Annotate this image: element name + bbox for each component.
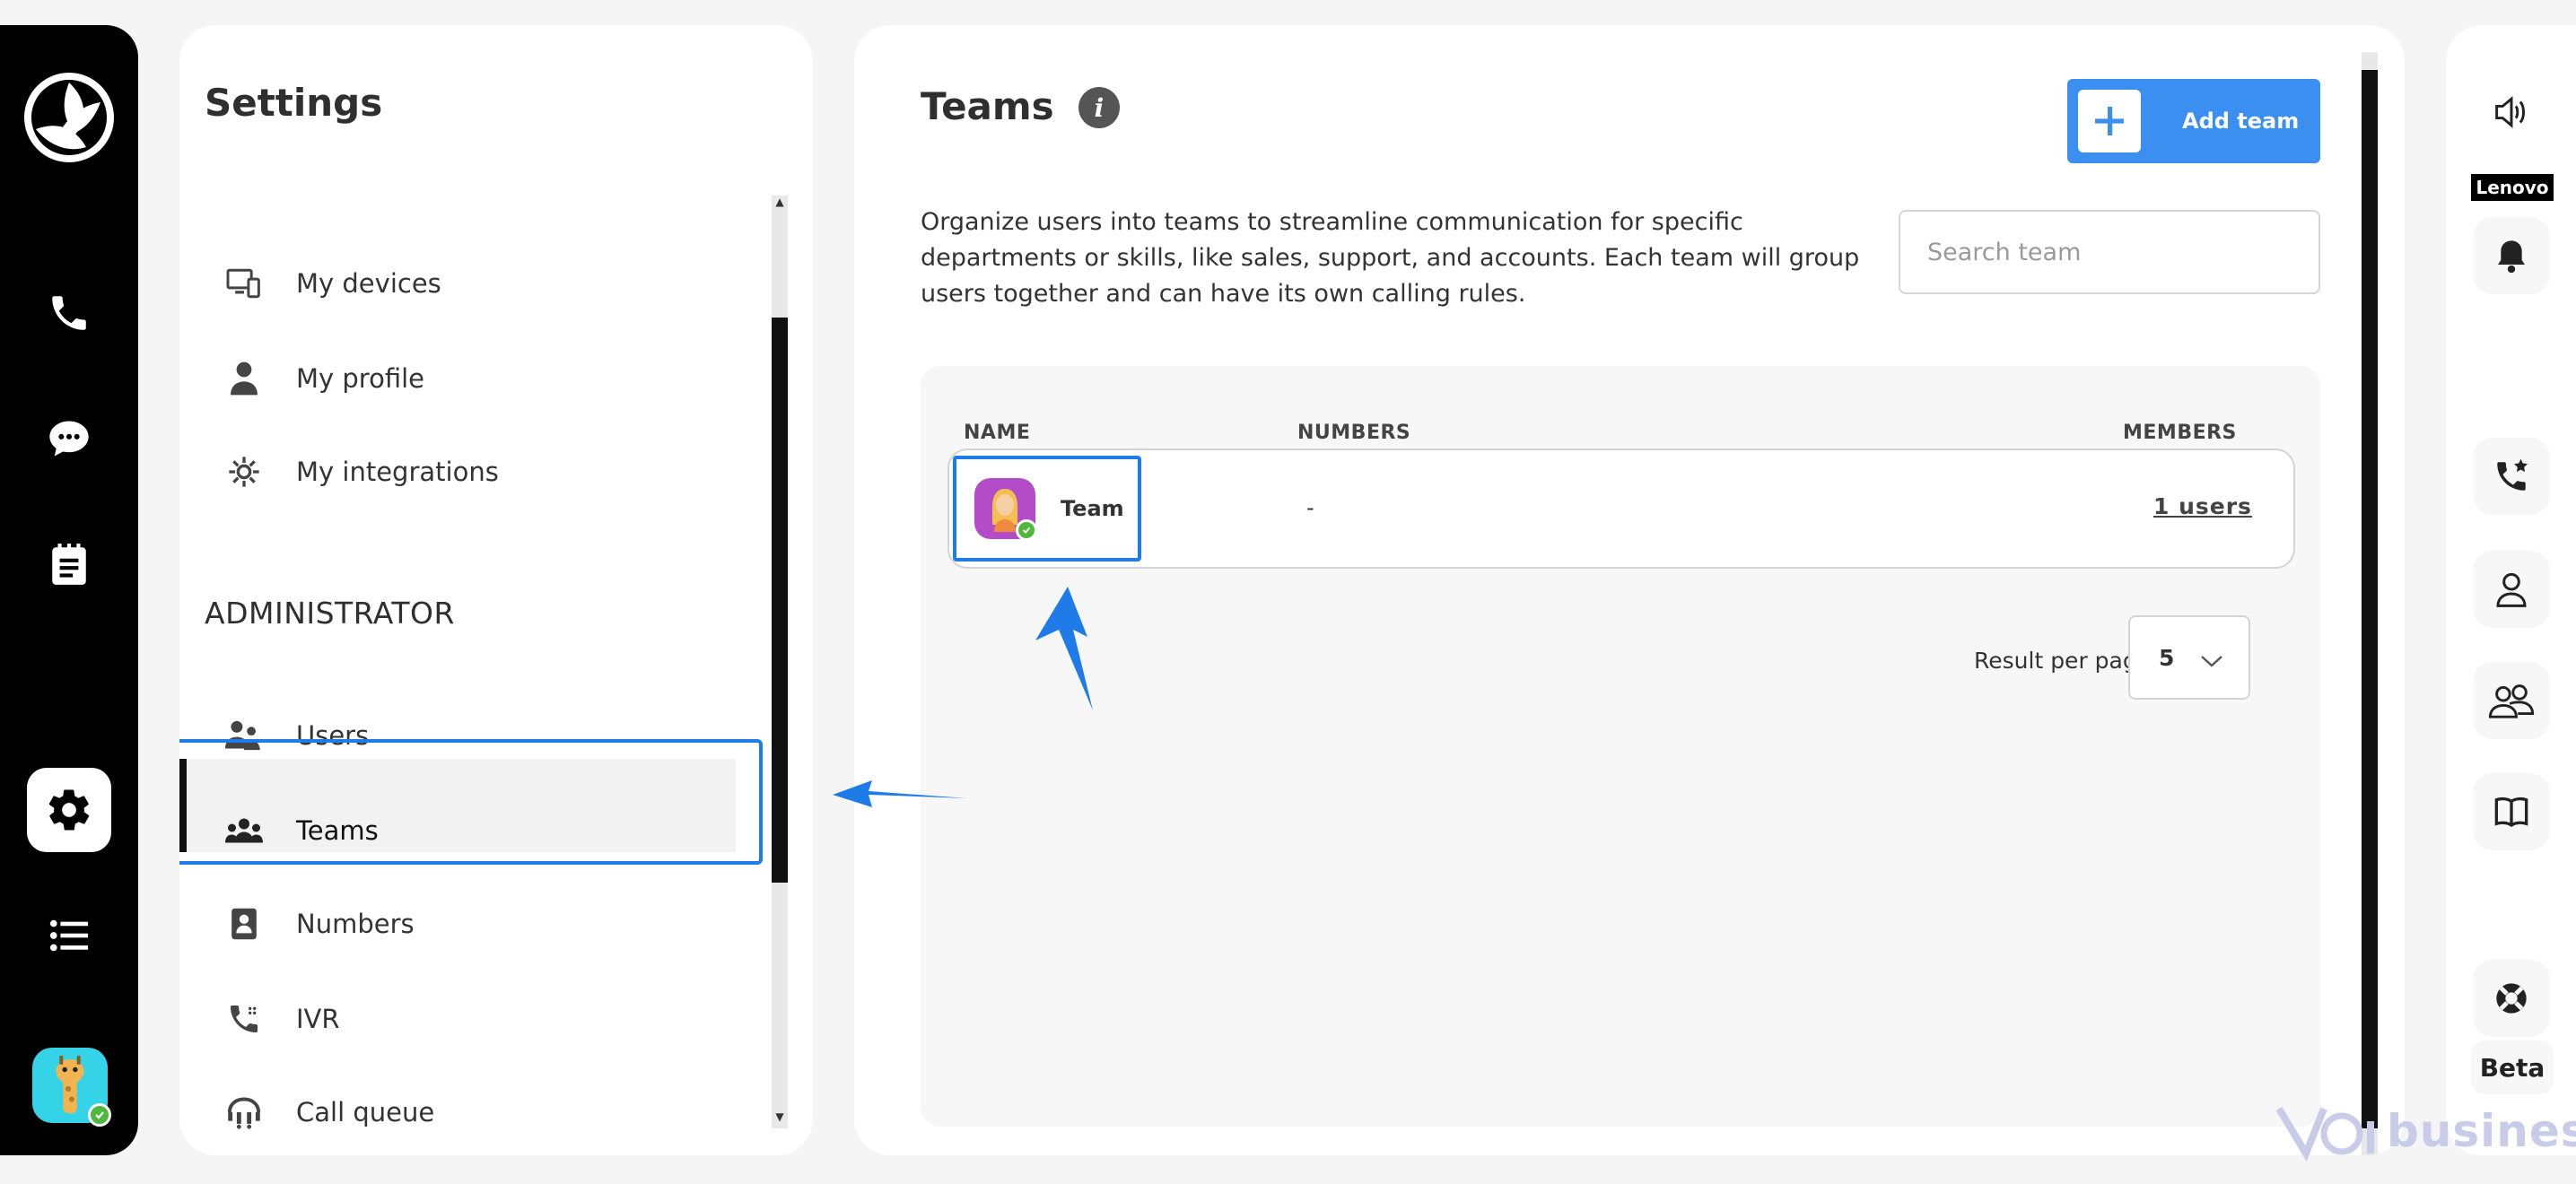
scroll-up-icon[interactable]: ▲: [772, 196, 788, 213]
beta-badge[interactable]: Beta: [2471, 1040, 2554, 1094]
settings-scrollbar-thumb[interactable]: [772, 318, 788, 883]
nav-label: My devices: [296, 268, 441, 299]
teams-icon: [224, 811, 264, 850]
nav-label: Numbers: [296, 909, 415, 939]
watermark-text: business: [2387, 1105, 2576, 1157]
support-lifebuoy-icon[interactable]: [2473, 960, 2550, 1037]
nav-label: My integrations: [296, 457, 499, 487]
watermark-logo-icon: [2275, 1106, 2374, 1162]
result-per-page-select[interactable]: 5: [2128, 615, 2250, 700]
voipbusiness-watermark: business: [2270, 1100, 2576, 1162]
user-avatar[interactable]: [32, 1048, 111, 1127]
device-label: Lenovo: [2471, 174, 2554, 201]
result-per-page-label: Result per page: [1974, 648, 2152, 674]
nav-label: Call queue: [296, 1097, 435, 1127]
ivr-icon: [224, 999, 264, 1039]
phone-icon[interactable]: [41, 285, 97, 341]
team-numbers: -: [1306, 495, 1314, 520]
team-name: Team: [1061, 496, 1124, 521]
devices-icon: [224, 264, 264, 303]
nav-item-teams[interactable]: Teams: [224, 804, 379, 858]
result-per-page-value: 5: [2159, 644, 2175, 671]
settings-title: Settings: [205, 81, 383, 125]
notes-icon[interactable]: [41, 536, 97, 592]
menu-list-icon[interactable]: [41, 908, 97, 963]
column-header-members: MEMBERS: [2123, 422, 2237, 444]
team-avatar: [974, 478, 1037, 541]
plus-icon: [2078, 90, 2141, 152]
giraffe-avatar-icon: [56, 1055, 84, 1114]
gear-icon: [48, 789, 90, 831]
team-status-icon: [1016, 519, 1037, 541]
bell-icon[interactable]: [2473, 217, 2550, 294]
nav-item-my-devices[interactable]: My devices: [224, 257, 441, 310]
team-name-cell[interactable]: Team: [953, 456, 1141, 562]
nav-item-ivr[interactable]: IVR: [224, 992, 340, 1046]
nav-item-numbers[interactable]: Numbers: [224, 897, 415, 951]
chat-icon[interactable]: [41, 411, 97, 466]
favorite-call-icon[interactable]: [2473, 438, 2550, 515]
nav-label: Teams: [296, 815, 379, 846]
numbers-icon: [224, 904, 264, 944]
settings-panel: Settings My devices My profile My integr…: [179, 25, 813, 1155]
online-status-icon: [88, 1103, 111, 1127]
book-icon[interactable]: [2473, 773, 2550, 850]
right-rail: Lenovo Beta: [2446, 25, 2576, 1155]
chevron-down-icon: [2200, 648, 2223, 674]
person-icon: [224, 359, 264, 398]
app-logo-icon[interactable]: [23, 72, 115, 163]
team-members-link[interactable]: 1 users: [2153, 493, 2252, 519]
add-team-label: Add team: [2182, 109, 2300, 134]
page-title: Teams: [921, 84, 1054, 128]
nav-item-my-profile[interactable]: My profile: [224, 352, 424, 405]
group-contacts-icon[interactable]: [2473, 662, 2550, 739]
pointer-arrow-left-icon: [833, 780, 967, 807]
nav-label: IVR: [296, 1004, 340, 1034]
scroll-down-icon[interactable]: ▼: [772, 1110, 788, 1128]
integrations-icon: [224, 452, 264, 492]
teams-table: NAME NUMBERS MEMBERS Team - 1 users Resu…: [921, 366, 2320, 1127]
speaker-icon[interactable]: [2473, 74, 2550, 151]
nav-item-my-integrations[interactable]: My integrations: [224, 445, 499, 499]
table-row[interactable]: Team - 1 users: [947, 448, 2295, 569]
info-icon[interactable]: i: [1078, 87, 1120, 128]
app-rail: [0, 25, 138, 1155]
pointer-arrow-up-icon: [1035, 587, 1093, 710]
column-header-numbers: NUMBERS: [1297, 422, 1411, 444]
column-header-name: NAME: [964, 422, 1031, 444]
main-scrollbar-thumb[interactable]: [2362, 70, 2378, 1128]
nav-item-call-queue[interactable]: Call queue: [224, 1085, 434, 1139]
settings-nav-button[interactable]: [27, 768, 111, 852]
contact-icon[interactable]: [2473, 551, 2550, 628]
admin-section-label: ADMINISTRATOR: [205, 596, 455, 631]
search-team-input[interactable]: [1899, 210, 2320, 294]
teams-description: Organize users into teams to streamline …: [921, 208, 1860, 308]
nav-label: My profile: [296, 363, 425, 394]
add-team-button[interactable]: Add team: [2067, 79, 2320, 163]
call-queue-icon: [224, 1093, 264, 1132]
